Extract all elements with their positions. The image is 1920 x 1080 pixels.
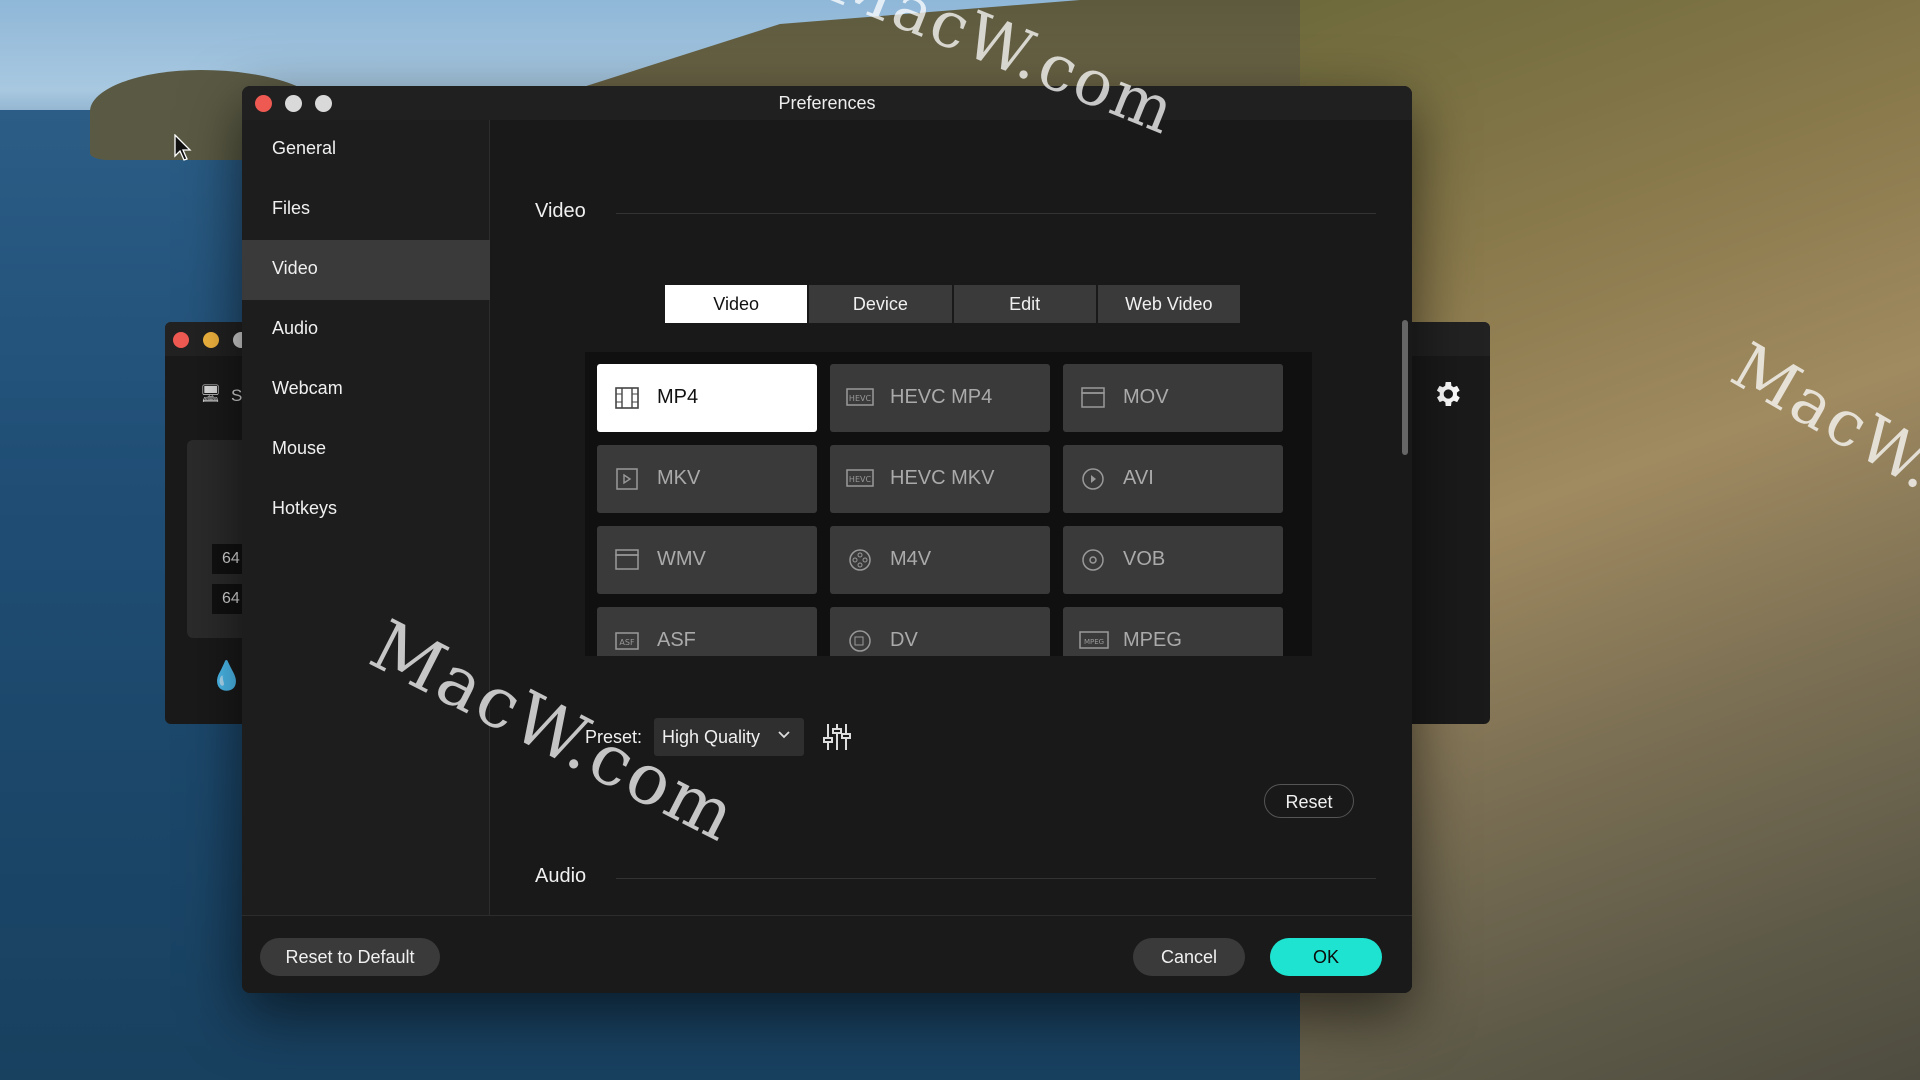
tab-video[interactable]: Video bbox=[665, 285, 808, 323]
tab-edit[interactable]: Edit bbox=[953, 285, 1096, 323]
bg-minimize-button[interactable] bbox=[203, 332, 219, 348]
gear-icon[interactable] bbox=[1431, 378, 1471, 418]
format-mov[interactable]: MOV bbox=[1063, 364, 1283, 432]
format-label: MPEG bbox=[1123, 629, 1182, 651]
sidebar-item-video[interactable]: Video bbox=[242, 240, 490, 300]
mpeg-icon: MPEG bbox=[1079, 629, 1109, 653]
format-grid: MP4 HEVC HEVC MP4 MOV MKV HEVC HEVC MKV … bbox=[585, 352, 1312, 656]
background-label: S bbox=[231, 386, 243, 405]
format-label: MP4 bbox=[657, 386, 699, 408]
sidebar-item-hotkeys[interactable]: Hotkeys bbox=[242, 480, 490, 540]
footer: Reset to Default Cancel OK bbox=[242, 915, 1412, 993]
format-label: VOB bbox=[1123, 548, 1166, 570]
monitor-icon: 🖥 bbox=[200, 384, 222, 403]
audio-section-divider bbox=[616, 878, 1376, 879]
sidebar-item-general[interactable]: General bbox=[242, 120, 490, 180]
background-scrollbar[interactable] bbox=[1402, 320, 1408, 455]
format-mpeg[interactable]: MPEG MPEG bbox=[1063, 607, 1283, 656]
sidebar-item-webcam[interactable]: Webcam bbox=[242, 360, 490, 420]
drop-icon: 💧 bbox=[209, 660, 244, 691]
format-hevc-mkv[interactable]: HEVC HEVC MKV bbox=[830, 445, 1050, 513]
video-file-icon bbox=[613, 467, 641, 491]
hevc-icon: HEVC bbox=[846, 467, 874, 491]
format-mkv[interactable]: MKV bbox=[597, 445, 817, 513]
reset-button[interactable]: Reset bbox=[1264, 784, 1354, 818]
window-title: Preferences bbox=[778, 93, 876, 113]
tab-device[interactable]: Device bbox=[809, 285, 952, 323]
format-label: HEVC MKV bbox=[890, 467, 995, 489]
format-label: WMV bbox=[657, 548, 706, 570]
play-circle-icon bbox=[1079, 467, 1107, 491]
format-label: AVI bbox=[1123, 467, 1154, 489]
hevc-icon: HEVC bbox=[846, 386, 874, 410]
video-section-title: Video bbox=[535, 200, 586, 222]
titlebar: Preferences bbox=[242, 86, 1412, 120]
format-label: MOV bbox=[1123, 386, 1169, 408]
sidebar-item-mouse[interactable]: Mouse bbox=[242, 420, 490, 480]
disc-icon bbox=[1079, 548, 1107, 572]
format-tabs: Video Device Edit Web Video bbox=[665, 285, 1240, 323]
reset-to-default-button[interactable]: Reset to Default bbox=[260, 938, 440, 976]
clapper-icon bbox=[1079, 386, 1107, 410]
format-avi[interactable]: AVI bbox=[1063, 445, 1283, 513]
audio-section-title: Audio bbox=[535, 865, 587, 887]
sidebar-item-audio[interactable]: Audio bbox=[242, 300, 490, 360]
format-asf[interactable]: ASF ASF bbox=[597, 607, 817, 656]
format-mp4[interactable]: MP4 bbox=[597, 364, 817, 432]
clapper-icon bbox=[613, 548, 641, 572]
svg-text:HEVC: HEVC bbox=[849, 475, 872, 484]
format-hevc-mp4[interactable]: HEVC HEVC MP4 bbox=[830, 364, 1050, 432]
tab-web-video[interactable]: Web Video bbox=[1097, 285, 1240, 323]
format-label: ASF bbox=[657, 629, 696, 651]
sidebar: General Files Video Audio Webcam Mouse H… bbox=[242, 120, 490, 915]
format-dv[interactable]: DV bbox=[830, 607, 1050, 656]
preferences-window: Preferences General Files Video Audio We… bbox=[242, 86, 1412, 993]
format-label: M4V bbox=[890, 548, 932, 570]
dv-icon bbox=[846, 629, 874, 653]
film-icon bbox=[613, 386, 641, 410]
chevron-down-icon bbox=[776, 726, 792, 747]
bg-close-button[interactable] bbox=[173, 332, 189, 348]
asf-icon: ASF bbox=[613, 629, 641, 653]
format-label: DV bbox=[890, 629, 918, 651]
sidebar-item-files[interactable]: Files bbox=[242, 180, 490, 240]
preset-value: High Quality bbox=[662, 727, 761, 747]
svg-text:HEVC: HEVC bbox=[849, 394, 872, 403]
cancel-button[interactable]: Cancel bbox=[1133, 938, 1245, 976]
mouse-cursor-icon bbox=[174, 133, 192, 162]
svg-text:ASF: ASF bbox=[619, 638, 635, 647]
format-label: MKV bbox=[657, 467, 701, 489]
format-wmv[interactable]: WMV bbox=[597, 526, 817, 594]
format-label: HEVC MP4 bbox=[890, 386, 993, 408]
svg-text:MPEG: MPEG bbox=[1084, 638, 1104, 646]
ok-button[interactable]: OK bbox=[1270, 938, 1382, 976]
format-vob[interactable]: VOB bbox=[1063, 526, 1283, 594]
video-section-divider bbox=[616, 213, 1376, 214]
reel-icon bbox=[846, 548, 874, 572]
settings-sliders-icon[interactable] bbox=[822, 720, 852, 754]
format-m4v[interactable]: M4V bbox=[830, 526, 1050, 594]
